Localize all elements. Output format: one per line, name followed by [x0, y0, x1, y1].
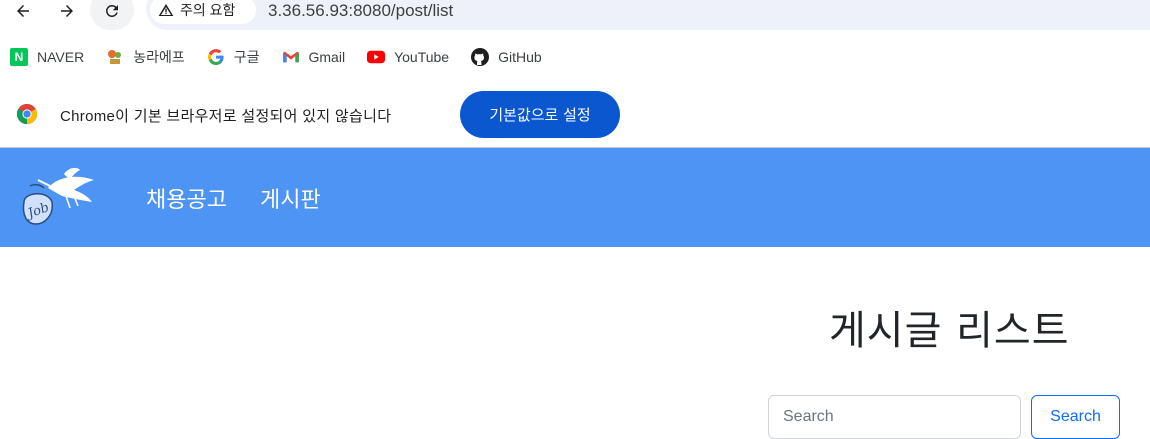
back-button[interactable]: [8, 0, 38, 22]
site-navbar: Job 채용공고 게시판: [0, 148, 1150, 247]
bookmark-label: NAVER: [37, 49, 85, 65]
set-default-button[interactable]: 기본값으로 설정: [460, 91, 620, 138]
arrow-left-icon: [17, 5, 29, 17]
arrow-right-icon: [61, 5, 73, 17]
github-icon: [471, 48, 490, 66]
infobar-message: Chrome이 기본 브라우저로 설정되어 있지 않습니다: [60, 108, 392, 125]
bookmark-label: GitHub: [498, 49, 542, 65]
bookmarks-bar: N NAVER 농라에프 구글 Gmail YouTube GitHub: [0, 40, 1150, 74]
nongra-icon: [106, 48, 124, 66]
bookmark-github[interactable]: GitHub: [471, 40, 542, 74]
bookmark-label: Gmail: [308, 49, 346, 65]
bookmark-label: 농라에프: [133, 49, 185, 65]
bookmark-naver[interactable]: N NAVER: [10, 40, 84, 74]
google-icon: [207, 48, 225, 66]
warning-icon: [158, 4, 174, 16]
search-button[interactable]: Search: [1031, 395, 1120, 439]
bookmark-youtube[interactable]: YouTube: [367, 40, 449, 74]
default-browser-infobar: Chrome이 기본 브라우저로 설정되어 있지 않습니다 기본값으로 설정: [0, 82, 1150, 148]
chrome-icon: [16, 103, 38, 125]
security-chip-label: 주의 요함: [180, 2, 236, 18]
nav-link-board[interactable]: 게시판: [260, 182, 321, 214]
browser-toolbar: 주의 요함 3.36.56.93:8080/post/list: [0, 0, 1150, 36]
bookmark-gmail[interactable]: Gmail: [282, 40, 346, 74]
nav-link-jobs[interactable]: 채용공고: [146, 182, 227, 214]
url-text[interactable]: 3.36.56.93:8080/post/list: [268, 0, 453, 22]
gmail-icon: [282, 48, 300, 66]
page-title: 게시글 리스트: [829, 308, 1070, 354]
reload-icon-wrap: [97, 0, 127, 22]
bookmark-nongra[interactable]: 농라에프: [106, 40, 185, 74]
stork-logo-icon[interactable]: Job: [18, 166, 96, 228]
forward-button[interactable]: [52, 0, 82, 22]
bookmark-google[interactable]: 구글: [207, 40, 260, 74]
bookmark-label: YouTube: [394, 49, 450, 65]
bookmark-label: 구글: [233, 49, 260, 65]
reload-icon: [105, 4, 118, 17]
search-input[interactable]: [768, 395, 1021, 439]
security-chip[interactable]: 주의 요함: [150, 0, 256, 24]
youtube-icon: [367, 48, 386, 66]
naver-icon: N: [10, 48, 28, 66]
